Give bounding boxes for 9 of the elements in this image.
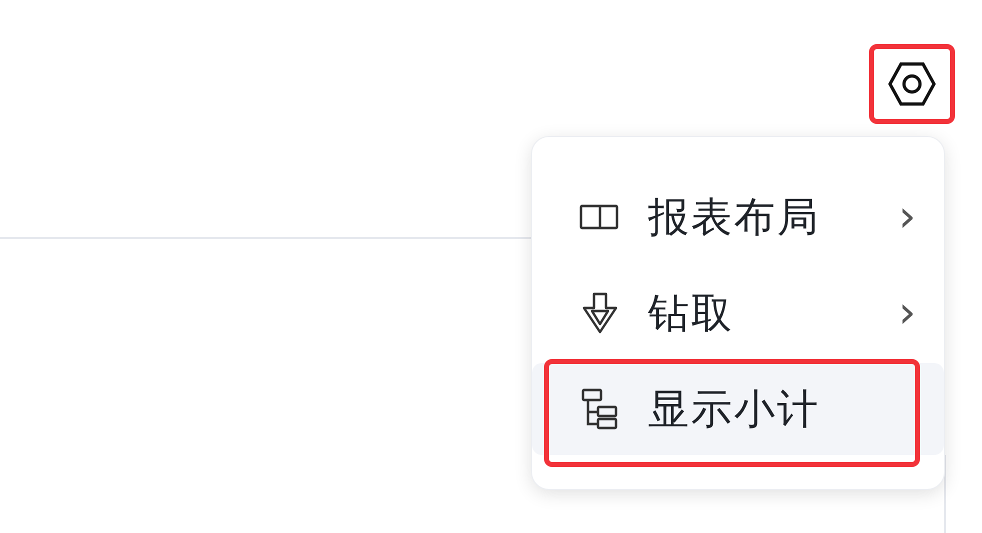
tree-icon xyxy=(580,387,620,431)
chevron-icon: › xyxy=(898,291,916,335)
menu-item[interactable]: 报表布局 › xyxy=(532,171,944,263)
menu-item[interactable]: 钻取 › xyxy=(532,267,944,359)
settings-button[interactable] xyxy=(869,44,955,124)
menu-item[interactable]: 显示小计 xyxy=(532,363,944,455)
drill-down-icon xyxy=(580,291,620,335)
chevron-icon: › xyxy=(898,195,916,239)
settings-icon xyxy=(888,61,936,107)
